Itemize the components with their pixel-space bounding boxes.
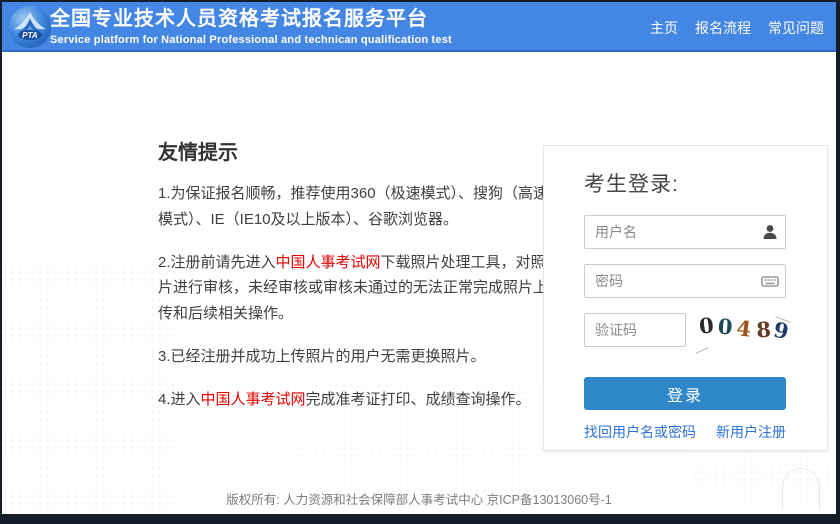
username-field-wrap (584, 215, 786, 249)
nav-faq[interactable]: 常见问题 (768, 18, 824, 38)
login-links-row: 找回用户名或密码 新用户注册 (584, 422, 786, 442)
password-input[interactable] (584, 264, 786, 298)
captcha-field-wrap (584, 313, 686, 347)
tip-text: 3.已经注册并成功上传照片的用户无需更换照片。 (158, 348, 486, 365)
tip-item-1: 1.为保证报名顺畅，推荐使用360（极速模式）、搜狗（高速模式）、IE（IE10… (158, 181, 554, 233)
svg-text:PTA: PTA (22, 31, 38, 40)
copyright-footer: 版权所有: 人力资源和社会保障部人事考试中心 京ICP备13013060号-1 (2, 489, 836, 508)
friendly-tips-section: 友情提示 1.为保证报名顺畅，推荐使用360（极速模式）、搜狗（高速模式）、IE… (158, 136, 554, 430)
keyboard-icon (761, 272, 779, 290)
user-icon (761, 223, 779, 241)
captcha-input[interactable] (584, 313, 686, 347)
tip-text: 1.为保证报名顺畅，推荐使用360（极速模式）、搜狗（高速模式）、IE（IE10… (158, 185, 548, 228)
cpta-website-link[interactable]: 中国人事考试网 (276, 254, 381, 271)
forgot-credentials-link[interactable]: 找回用户名或密码 (584, 422, 696, 442)
captcha-image[interactable]: 0 0 4 8 9 (699, 313, 789, 353)
tip-text: 完成准考证打印、成绩查询操作。 (306, 391, 531, 408)
nav-home[interactable]: 主页 (650, 18, 678, 38)
captcha-digit: 8 (756, 317, 772, 343)
tip-text: 2.注册前请先进入 (158, 254, 276, 271)
header-titles: 全国专业技术人员资格考试报名服务平台 Service platform for … (50, 7, 452, 46)
nav-registration-process[interactable]: 报名流程 (695, 18, 751, 38)
new-user-register-link[interactable]: 新用户注册 (716, 422, 786, 442)
pta-logo-icon: PTA (7, 4, 53, 50)
site-title: 全国专业技术人员资格考试报名服务平台 (50, 7, 452, 31)
captcha-row: 0 0 4 8 9 (584, 313, 786, 353)
tip-item-4: 4.进入中国人事考试网完成准考证打印、成绩查询操作。 (158, 387, 554, 413)
tip-item-3: 3.已经注册并成功上传照片的用户无需更换照片。 (158, 344, 554, 370)
captcha-digit: 4 (735, 315, 753, 342)
captcha-digit: 9 (772, 317, 792, 344)
top-nav: 主页 报名流程 常见问题 (650, 18, 824, 38)
captcha-digit: 0 (717, 314, 733, 340)
candidate-login-panel: 考生登录: (543, 145, 828, 451)
site-subtitle: Service platform for National Profession… (50, 34, 452, 46)
tip-text: 4.进入 (158, 391, 201, 408)
page: PTA 全国专业技术人员资格考试报名服务平台 Service platform … (2, 2, 836, 514)
cpta-website-link[interactable]: 中国人事考试网 (201, 391, 306, 408)
header: PTA 全国专业技术人员资格考试报名服务平台 Service platform … (2, 2, 836, 52)
password-field-wrap (584, 264, 786, 298)
captcha-digit: 0 (698, 312, 715, 338)
map-watermark-left (2, 262, 177, 512)
login-heading: 考生登录: (584, 168, 827, 198)
main-content: 友情提示 1.为保证报名顺畅，推荐使用360（极速模式）、搜狗（高速模式）、IE… (2, 52, 836, 512)
window-frame: PTA 全国专业技术人员资格考试报名服务平台 Service platform … (0, 0, 840, 524)
username-input[interactable] (584, 215, 786, 249)
tips-heading: 友情提示 (158, 136, 554, 165)
tip-item-2: 2.注册前请先进入中国人事考试网下载照片处理工具，对照片进行审核，未经审核或审核… (158, 250, 554, 327)
login-button[interactable]: 登录 (584, 377, 786, 410)
